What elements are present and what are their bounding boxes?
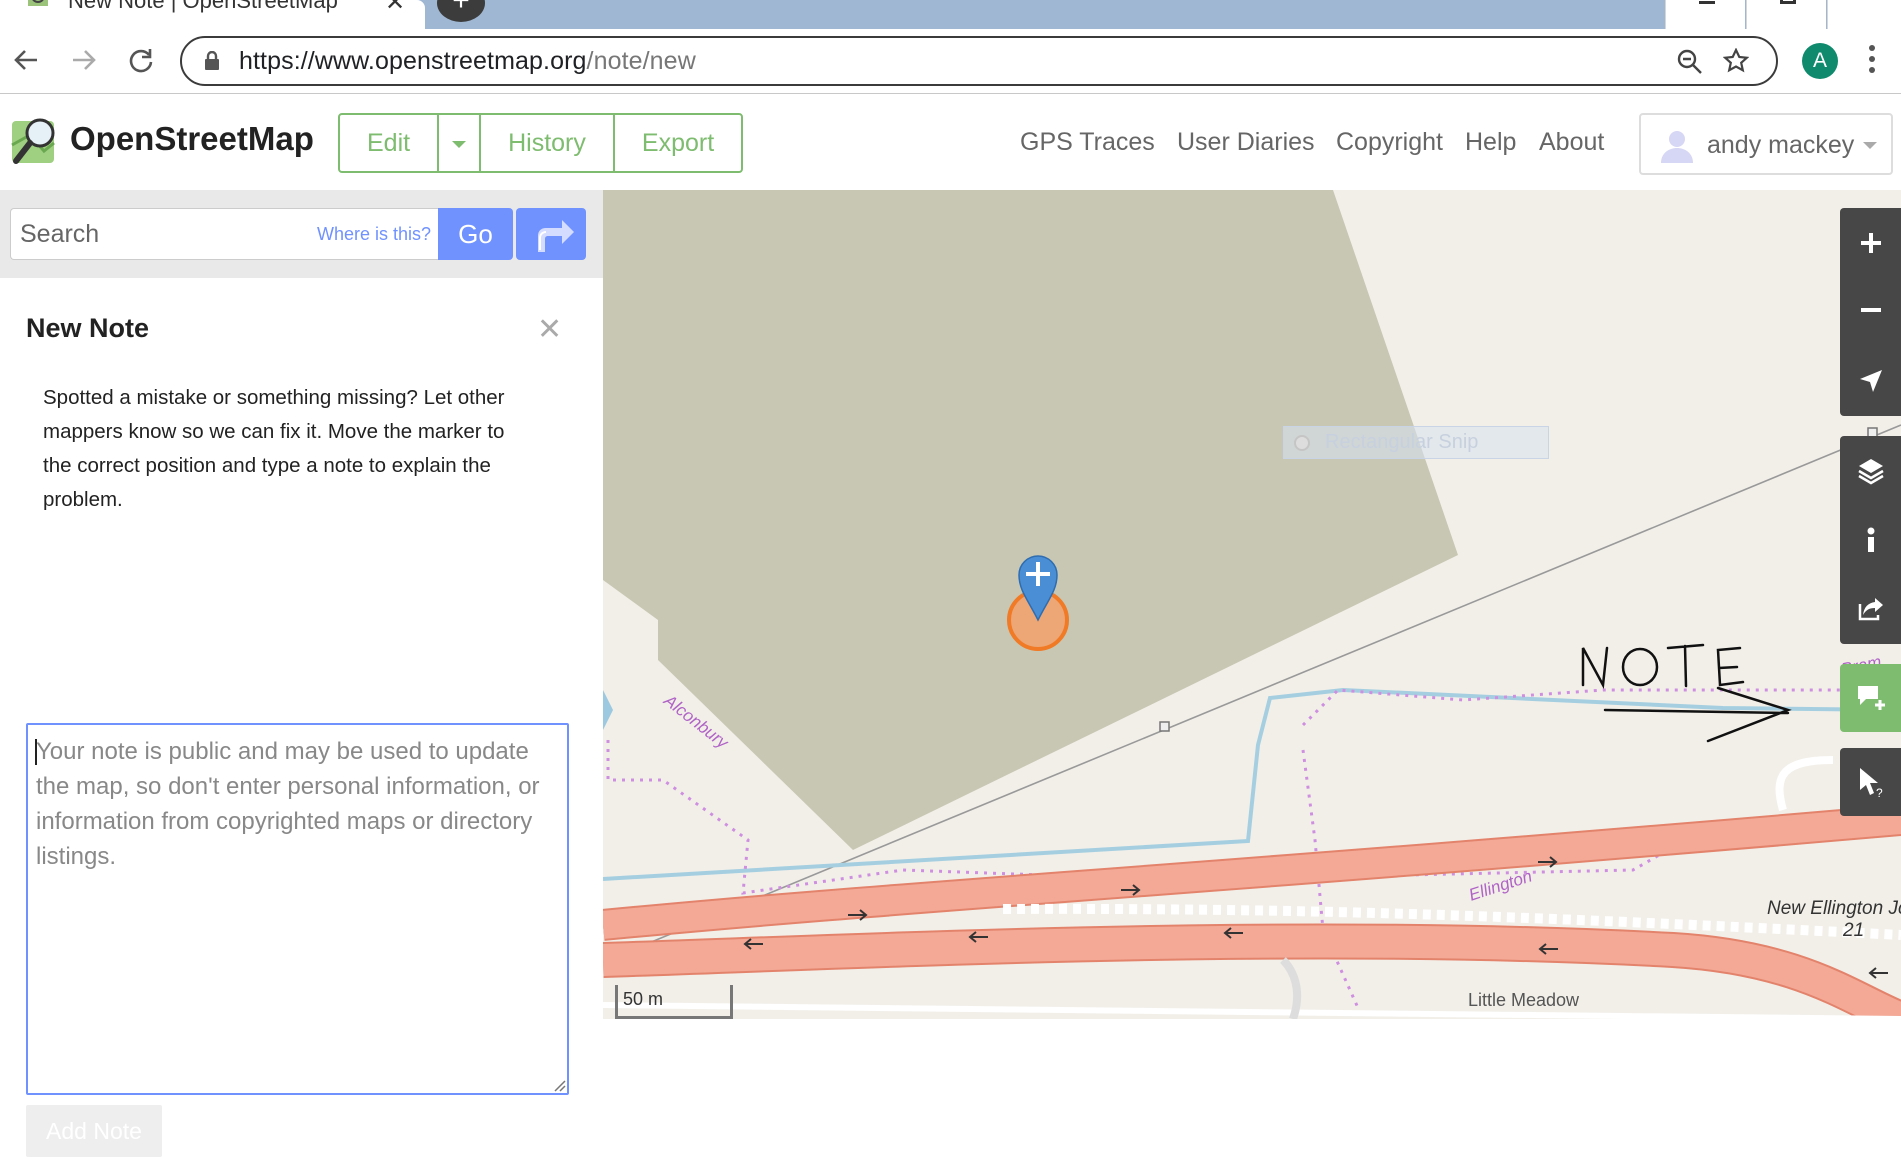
search-bar: Where is this? Go xyxy=(0,190,603,278)
panel-title: New Note xyxy=(26,313,150,343)
browser-tab[interactable]: New Note | OpenStreetMap ✕ xyxy=(0,0,425,29)
white-road xyxy=(603,1002,1901,1019)
kebab-icon[interactable] xyxy=(1868,45,1876,77)
user-name: andy mackey xyxy=(1707,131,1855,159)
handwritten-note xyxy=(1581,643,1792,743)
history-button[interactable]: History xyxy=(481,115,615,171)
label-junction: New Ellington Jc xyxy=(1767,898,1901,919)
directions-icon xyxy=(538,220,574,252)
zoom-icon[interactable] xyxy=(1677,49,1703,75)
note-textarea[interactable] xyxy=(26,723,569,1095)
go-button[interactable]: Go xyxy=(438,208,513,260)
map-drawing: NOTE xyxy=(603,190,1901,1019)
close-x-icon[interactable]: ✕ xyxy=(537,312,562,347)
maximize-button[interactable] xyxy=(1746,0,1826,29)
water-feature xyxy=(603,690,613,730)
address-bar[interactable]: https://www.openstreetmap.org/note/new xyxy=(180,36,1778,86)
forward-icon[interactable] xyxy=(68,44,100,76)
minimize-button[interactable] xyxy=(1665,0,1745,29)
user-menu[interactable]: andy mackey xyxy=(1639,113,1893,175)
nav-copyright[interactable]: Copyright xyxy=(1336,128,1443,157)
reload-icon[interactable] xyxy=(125,44,157,76)
nav-user-diaries[interactable]: User Diaries xyxy=(1177,128,1315,157)
layers-button[interactable] xyxy=(1840,440,1901,502)
browser-tabstrip: New Note | OpenStreetMap ✕ + xyxy=(0,0,1901,29)
map-canvas[interactable]: NOTE Rectangular Snip Alconbury Bram Ell… xyxy=(603,190,1901,1019)
zoom-in-icon xyxy=(1860,233,1881,253)
lock-icon[interactable] xyxy=(204,51,220,71)
info-button[interactable] xyxy=(1840,510,1901,570)
nav-about[interactable]: About xyxy=(1539,128,1604,157)
motorway-north-fill xyxy=(603,806,1901,939)
svg-text:?: ? xyxy=(1876,786,1883,798)
text-cursor xyxy=(35,739,37,765)
nav-gps-traces[interactable]: GPS Traces xyxy=(1020,128,1155,157)
profile-avatar[interactable]: A xyxy=(1802,43,1838,79)
label-little-meadow: Little Meadow xyxy=(1468,990,1580,1010)
snip-overlay: Rectangular Snip xyxy=(1283,426,1549,459)
back-icon[interactable] xyxy=(10,44,42,76)
layers-icon xyxy=(1857,459,1884,485)
note-instructions: Spotted a mistake or something missing? … xyxy=(43,386,505,511)
label-junction-number: 21 xyxy=(1843,920,1865,941)
locate-icon xyxy=(1859,370,1882,392)
query-icon: ? xyxy=(1859,768,1883,798)
site-brand[interactable]: OpenStreetMap xyxy=(70,120,314,158)
search-box: Where is this? xyxy=(10,208,438,260)
boundary-dotted-3 xyxy=(1301,749,1365,1019)
star-icon[interactable] xyxy=(1723,48,1749,74)
sidebar: Where is this? Go New Note ✕ Spotted a m… xyxy=(0,190,603,1157)
close-window-button[interactable] xyxy=(1827,0,1901,29)
url-text: https://www.openstreetmap.org/note/new xyxy=(239,47,696,75)
directions-button[interactable] xyxy=(516,208,586,260)
osm-logo[interactable] xyxy=(10,115,62,167)
edit-dropdown-button[interactable] xyxy=(439,115,482,171)
share-button[interactable] xyxy=(1840,578,1901,640)
nav-help[interactable]: Help xyxy=(1465,128,1516,157)
edit-button[interactable]: Edit xyxy=(340,115,440,171)
locate-button[interactable] xyxy=(1840,350,1901,412)
site-header: OpenStreetMap Edit History Export GPS Tr… xyxy=(0,95,1901,190)
zoom-in-button[interactable] xyxy=(1840,213,1901,273)
add-note-icon xyxy=(1857,686,1885,710)
close-icon[interactable]: ✕ xyxy=(385,0,405,17)
resize-grip-icon[interactable] xyxy=(552,1078,566,1092)
user-avatar-icon xyxy=(1661,131,1693,163)
tab-title: New Note | OpenStreetMap xyxy=(68,0,338,13)
where-is-this-link[interactable]: Where is this? xyxy=(317,224,431,245)
white-road-3 xyxy=(1775,756,1834,812)
zoom-out-button[interactable] xyxy=(1840,280,1901,340)
landuse-area xyxy=(603,190,1458,850)
edit-button-group: Edit History Export xyxy=(338,113,744,173)
favicon-icon xyxy=(28,0,48,6)
export-button[interactable]: Export xyxy=(615,115,741,171)
share-icon xyxy=(1858,598,1883,621)
add-note-control[interactable] xyxy=(1840,664,1901,732)
query-features-button[interactable]: ? xyxy=(1840,748,1901,816)
caret-icon xyxy=(452,140,467,148)
caret-icon xyxy=(1863,142,1877,149)
scale-label: 50 m xyxy=(623,989,664,1009)
add-note-button[interactable]: Add Note xyxy=(26,1105,162,1157)
info-icon xyxy=(1867,527,1874,552)
new-tab-button[interactable]: + xyxy=(437,0,485,22)
search-input[interactable] xyxy=(11,209,311,259)
zoom-out-icon xyxy=(1860,308,1881,312)
